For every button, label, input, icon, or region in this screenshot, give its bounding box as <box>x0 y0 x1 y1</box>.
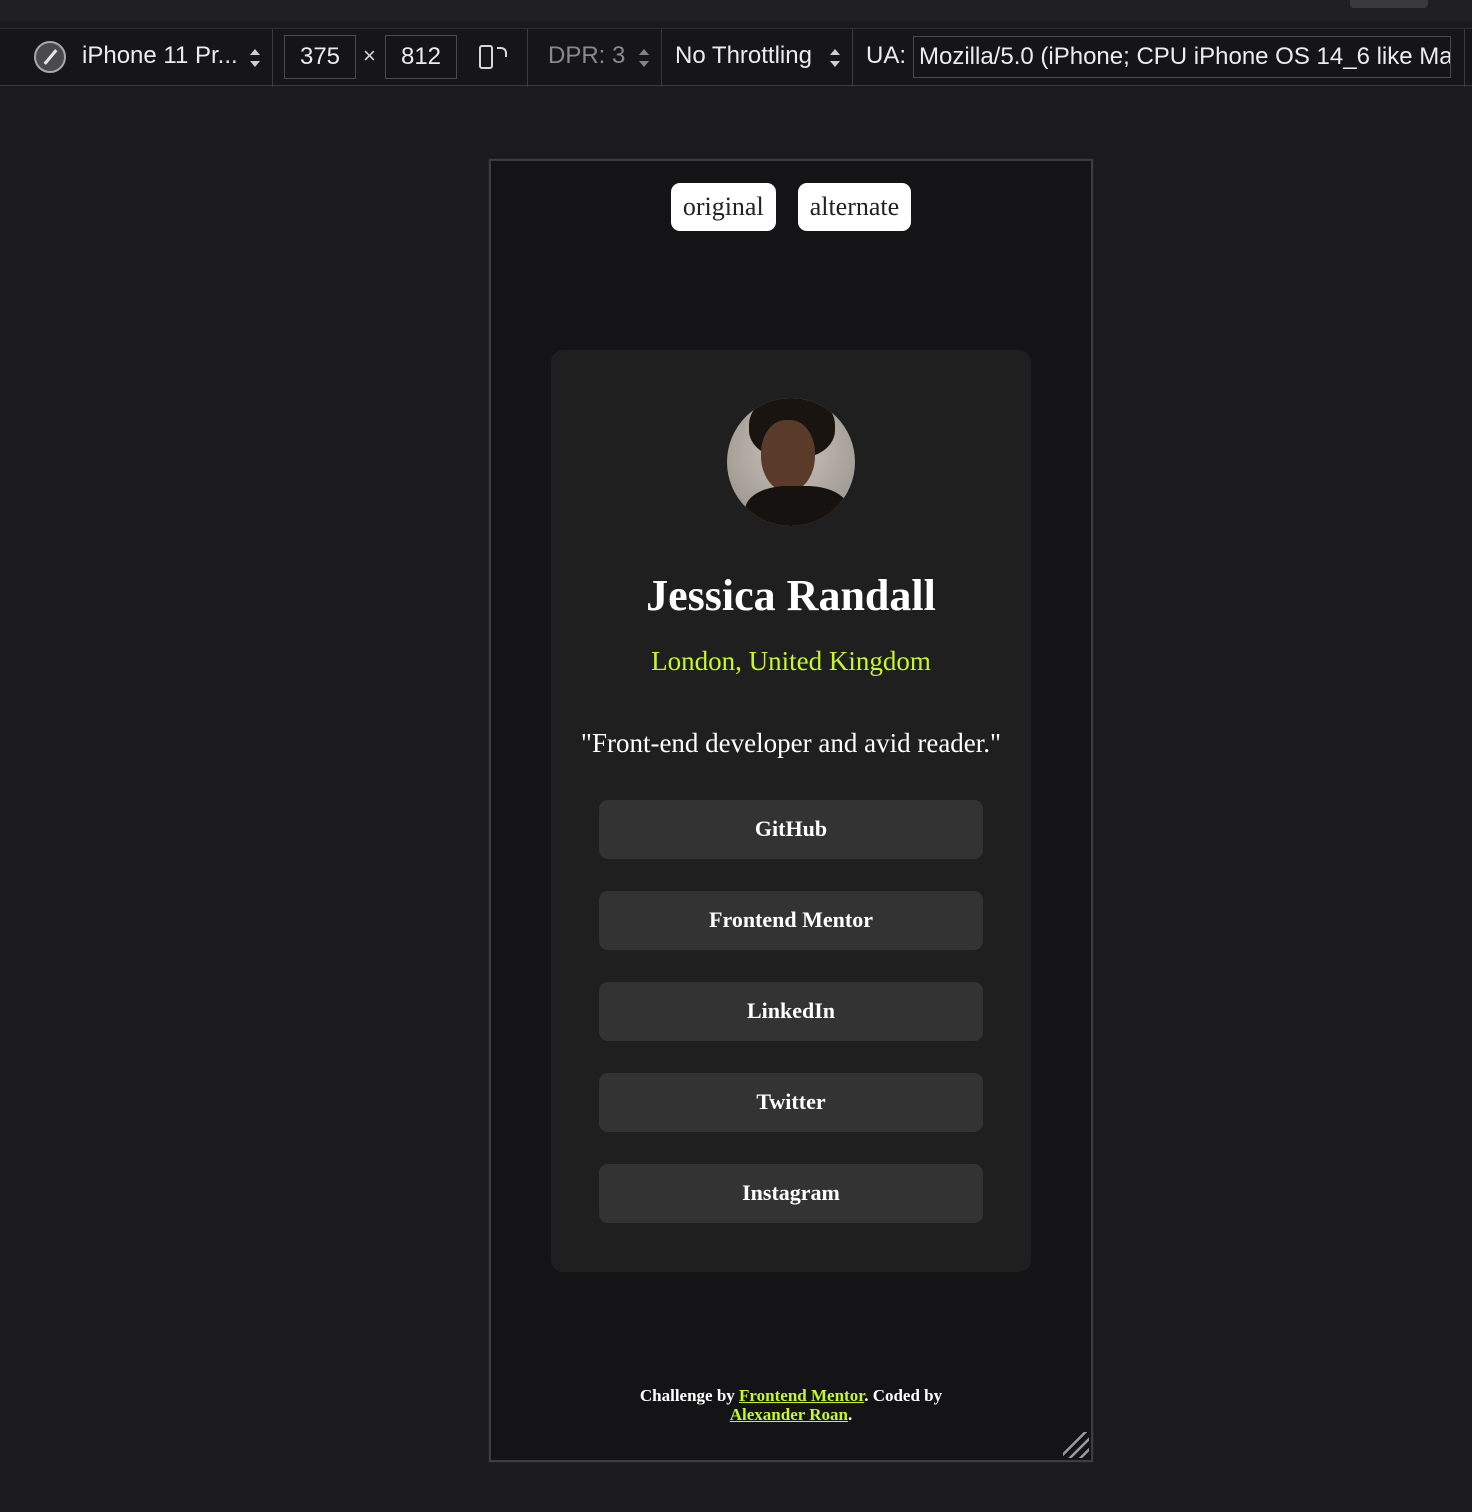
tab-indicator[interactable] <box>1350 0 1428 8</box>
device-select[interactable]: iPhone 11 Pr... <box>82 42 242 70</box>
throttling-select[interactable]: No Throttling <box>675 42 812 70</box>
frontend-mentor-footer-link[interactable]: Frontend Mentor <box>739 1386 864 1405</box>
profile-bio: "Front-end developer and avid reader." <box>580 728 1002 758</box>
divider <box>852 29 853 87</box>
avatar <box>727 398 855 526</box>
rotate-device-icon[interactable] <box>479 43 509 73</box>
height-input[interactable]: 812 <box>385 35 457 79</box>
select-arrows-icon <box>250 49 260 67</box>
footer-prefix: Challenge by <box>639 1386 740 1405</box>
divider <box>527 29 528 87</box>
divider <box>1464 29 1465 87</box>
profile-name: Jessica Randall <box>646 571 936 620</box>
profile-card: Jessica Randall London, United Kingdom "… <box>551 350 1031 1272</box>
ua-label: UA: <box>866 42 907 69</box>
width-input[interactable]: 375 <box>284 35 356 79</box>
compass-icon[interactable] <box>34 41 66 73</box>
author-footer-link[interactable]: Alexander Roan <box>730 1405 848 1424</box>
resize-handle-icon[interactable] <box>1063 1432 1089 1458</box>
responsive-toolbar: iPhone 11 Pr... 375 × 812 DPR: 3 No Thro… <box>0 28 1472 87</box>
footer-suffix: . <box>847 1405 853 1424</box>
frontend-mentor-link-button[interactable]: Frontend Mentor <box>599 891 983 950</box>
original-style-button[interactable]: original <box>670 183 776 231</box>
footer-middle: . Coded by <box>864 1386 943 1405</box>
select-arrows-icon <box>639 49 649 67</box>
twitter-link-button[interactable]: Twitter <box>599 1073 983 1132</box>
attribution-footer: Challenge by Frontend Mentor. Coded by A… <box>491 1386 1091 1424</box>
times-sign: × <box>363 43 376 68</box>
linkedin-link-button[interactable]: LinkedIn <box>599 982 983 1041</box>
divider <box>661 29 662 87</box>
social-links: GitHub Frontend Mentor LinkedIn Twitter … <box>599 800 983 1255</box>
user-agent-input[interactable]: Mozilla/5.0 (iPhone; CPU iPhone OS 14_6 … <box>913 36 1451 78</box>
device-viewport: original alternate Jessica Randall Londo… <box>489 159 1093 1462</box>
instagram-link-button[interactable]: Instagram <box>599 1164 983 1223</box>
browser-top-strip <box>0 0 1472 22</box>
style-toggle-group: original alternate <box>491 183 1091 231</box>
select-arrows-icon <box>830 49 840 67</box>
dpr-select[interactable]: DPR: 3 <box>548 42 625 70</box>
alternate-style-button[interactable]: alternate <box>797 183 912 231</box>
github-link-button[interactable]: GitHub <box>599 800 983 859</box>
profile-location: London, United Kingdom <box>651 646 931 676</box>
divider <box>272 29 273 87</box>
